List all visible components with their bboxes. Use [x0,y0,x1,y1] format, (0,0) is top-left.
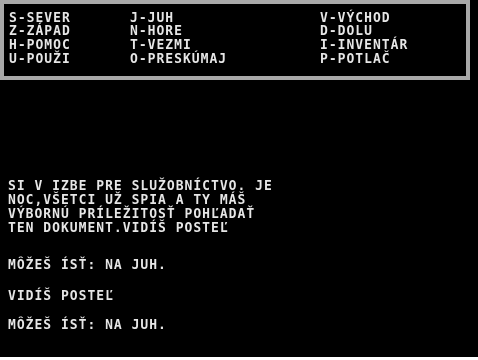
exits-message: MÔŽEŠ ÍSŤ: NA JUH. [8,258,167,273]
game-screen: S-SEVER J-JUH V-VÝCHOD Z-ZÁPAD N-HORE D-… [0,0,478,357]
room-description-line: SI V IZBE PRE SLUŽOBNÍCTVO. JE [8,179,273,194]
room-description-line: VÝBORNÚ PRÍLEŽITOSŤ POHĽADAŤ [8,207,256,222]
command-up: N-HORE [130,24,183,39]
command-take: T-VEZMI [130,38,192,53]
room-description-line: NOC,VŠETCI UŽ SPIA A TY MÁŠ [8,193,247,208]
visible-items-message: VIDÍŠ POSTEĽ [8,289,114,304]
command-inventory: I-INVENTÁR [320,38,409,53]
command-west: Z-ZÁPAD [9,24,71,39]
command-push: P-POTLAČ [320,52,391,67]
command-use: U-POUŽI [9,52,71,67]
command-examine: O-PRESKÚMAJ [130,52,228,67]
command-down: D-DOLU [320,24,373,39]
command-menu: S-SEVER J-JUH V-VÝCHOD Z-ZÁPAD N-HORE D-… [0,0,478,88]
command-help: H-POMOC [9,38,71,53]
exits-message: MÔŽEŠ ÍSŤ: NA JUH. [8,318,167,333]
room-description-line: TEN DOKUMENT.VIDÍŠ POSTEĽ [8,221,229,236]
